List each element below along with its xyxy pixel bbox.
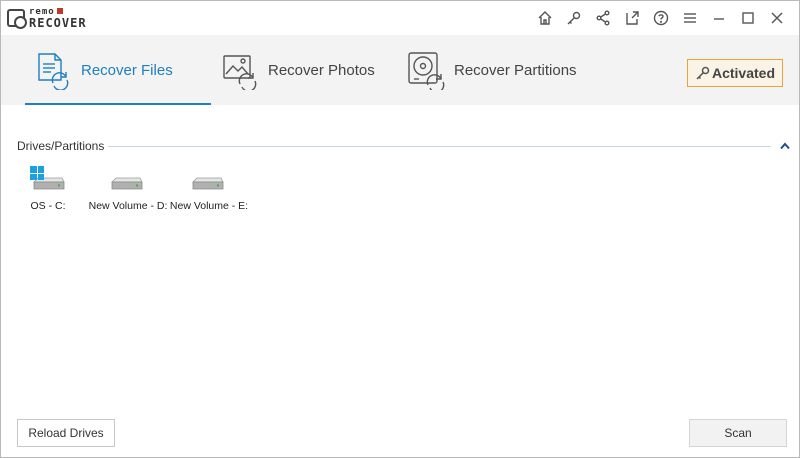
tab-recover-photos[interactable]: Recover Photos <box>220 35 375 105</box>
hard-drive-icon <box>108 166 148 196</box>
help-icon[interactable] <box>646 7 675 29</box>
share-icon[interactable] <box>588 7 617 29</box>
tab-recover-files-label: Recover Files <box>81 61 173 79</box>
menu-icon[interactable] <box>675 7 704 29</box>
logo-text-bottom: RECOVER <box>29 15 87 30</box>
section-title: Drives/Partitions <box>17 139 105 153</box>
title-bar: remo RECOVER <box>1 1 799 35</box>
drive-label: New Volume - D: <box>88 200 168 212</box>
close-icon[interactable] <box>762 7 791 29</box>
drive-label: New Volume - E: <box>169 200 249 212</box>
logo-icon <box>7 9 27 29</box>
hard-drive-icon <box>189 166 229 196</box>
section-divider <box>108 145 771 147</box>
minimize-icon[interactable] <box>704 7 733 29</box>
home-icon[interactable] <box>530 7 559 29</box>
reload-drives-button[interactable]: Reload Drives <box>17 419 115 447</box>
activated-button[interactable]: Activated <box>687 59 783 87</box>
recover-photos-icon <box>220 50 260 92</box>
activated-label: Activated <box>711 65 776 81</box>
recover-partitions-icon <box>406 50 446 93</box>
tab-recover-partitions-label: Recover Partitions <box>454 61 577 79</box>
scan-button[interactable]: Scan <box>689 419 787 447</box>
tab-bar: Recover Files Recover Photos Recover Par… <box>1 35 799 105</box>
recover-files-icon <box>33 50 73 91</box>
key-icon <box>696 66 710 80</box>
drives-section-header: Drives/Partitions <box>17 139 791 153</box>
drive-c[interactable]: OS - C: <box>3 166 93 212</box>
title-actions <box>530 7 791 29</box>
drive-label: OS - C: <box>30 200 66 212</box>
tab-recover-files[interactable]: Recover Files <box>25 35 211 105</box>
drive-d[interactable]: New Volume - D: <box>83 166 173 212</box>
external-link-icon[interactable] <box>617 7 646 29</box>
key-icon[interactable] <box>559 7 588 29</box>
app-logo: remo RECOVER <box>7 7 87 29</box>
drive-e[interactable]: New Volume - E: <box>164 166 254 212</box>
windows-logo-icon <box>30 166 44 180</box>
hard-drive-icon <box>28 166 68 196</box>
chevron-up-icon[interactable] <box>779 140 791 152</box>
app-window: remo RECOVER Recover Files Recover Photo… <box>0 0 800 458</box>
maximize-icon[interactable] <box>733 7 762 29</box>
tab-recover-partitions[interactable]: Recover Partitions <box>406 35 577 105</box>
tab-recover-photos-label: Recover Photos <box>268 61 375 79</box>
